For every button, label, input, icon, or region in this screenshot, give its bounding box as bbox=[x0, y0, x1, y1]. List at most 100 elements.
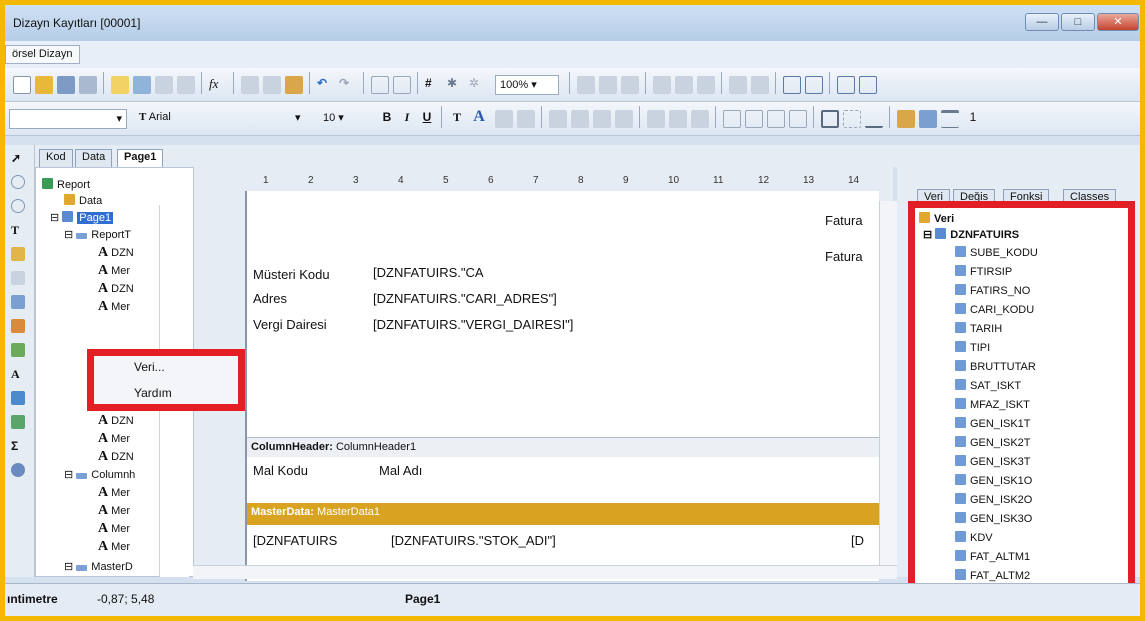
align-grid-icon[interactable]: ✱ bbox=[447, 76, 465, 94]
style-select[interactable]: ▾ bbox=[9, 109, 127, 129]
font-name-select[interactable]: T Arial bbox=[135, 109, 285, 129]
chart-tool-icon[interactable] bbox=[11, 391, 25, 405]
tree-item-text[interactable]: A DZN bbox=[98, 450, 134, 464]
data-field-item[interactable]: FAT_ALTM2 bbox=[955, 569, 1030, 583]
master-data-band[interactable]: MasterData: MasterData1 bbox=[247, 503, 881, 525]
field-stok-adi[interactable]: [DZNFATUIRS."STOK_ADI"] bbox=[391, 533, 556, 548]
menu-item-veri[interactable]: Veri... bbox=[134, 360, 165, 374]
border-bottom-icon[interactable] bbox=[745, 110, 763, 128]
tab-kod[interactable]: Kod bbox=[39, 149, 73, 167]
field-musteri-kodu[interactable]: [DZNFATUIRS."CA bbox=[373, 265, 484, 280]
band-tool-icon[interactable] bbox=[11, 271, 25, 285]
field-mal-adi[interactable]: Mal Adı bbox=[379, 463, 422, 478]
fill-color-icon[interactable] bbox=[897, 110, 915, 128]
line-width-value[interactable]: 1 bbox=[965, 110, 981, 124]
close-button[interactable]: ✕ bbox=[1097, 13, 1139, 31]
text-center-icon[interactable] bbox=[571, 110, 589, 128]
horizontal-scrollbar[interactable] bbox=[193, 565, 897, 579]
valign-bottom-icon[interactable] bbox=[691, 110, 709, 128]
font-color-icon[interactable]: A bbox=[471, 108, 487, 126]
picture-tool-icon[interactable] bbox=[11, 319, 25, 333]
group-icon[interactable] bbox=[371, 76, 389, 94]
align-right-icon[interactable] bbox=[621, 76, 639, 94]
align-top-icon[interactable] bbox=[653, 76, 671, 94]
border-all-icon[interactable] bbox=[821, 110, 839, 128]
grid-icon[interactable]: # bbox=[425, 76, 443, 94]
fit-grid-icon[interactable]: ✲ bbox=[469, 76, 487, 94]
rich-text-tool-icon[interactable]: A bbox=[11, 367, 25, 381]
clear-format-icon[interactable] bbox=[517, 110, 535, 128]
data-field-item[interactable]: FATIRS_NO bbox=[955, 284, 1030, 298]
data-field-item[interactable]: GEN_ISK2O bbox=[955, 493, 1032, 507]
font-size-select[interactable]: 10 ▾ bbox=[319, 109, 365, 129]
align-bottom-icon[interactable] bbox=[697, 76, 715, 94]
table-tool-icon[interactable] bbox=[11, 415, 25, 429]
delete-page-icon[interactable] bbox=[155, 76, 173, 94]
font-name-dropdown[interactable]: ▾ bbox=[291, 109, 317, 129]
paste-icon[interactable] bbox=[285, 76, 303, 94]
tree-item-columnheader[interactable]: ⊟ Columnh bbox=[64, 468, 135, 482]
zoom-tool-icon[interactable] bbox=[11, 199, 25, 213]
menu-item-yardim[interactable]: Yardım bbox=[134, 386, 172, 400]
tree-item-reporttitle[interactable]: ⊟ ReportT bbox=[64, 228, 131, 242]
same-height-icon[interactable] bbox=[805, 76, 823, 94]
data-field-item[interactable]: TARIH bbox=[955, 322, 1002, 336]
hand-tool-icon[interactable] bbox=[11, 175, 25, 189]
redo-icon[interactable]: ↷ bbox=[339, 76, 357, 94]
send-back-icon[interactable] bbox=[859, 76, 877, 94]
new-icon[interactable] bbox=[13, 76, 31, 94]
tree-item-text[interactable]: A DZN bbox=[98, 414, 134, 428]
function-icon[interactable]: fx bbox=[209, 76, 227, 94]
border-top-icon[interactable] bbox=[723, 110, 741, 128]
tab-page1[interactable]: Page1 bbox=[117, 149, 164, 167]
label-vergi-dairesi[interactable]: Vergi Dairesi bbox=[253, 317, 327, 332]
tree-item-text[interactable]: A Mer bbox=[98, 540, 130, 554]
data-field-item[interactable]: MFAZ_ISKT bbox=[955, 398, 1030, 412]
text-justify-icon[interactable] bbox=[615, 110, 633, 128]
align-middle-icon[interactable] bbox=[675, 76, 693, 94]
maximize-button[interactable]: □ bbox=[1061, 13, 1095, 31]
tab-data[interactable]: Data bbox=[75, 149, 113, 167]
valign-top-icon[interactable] bbox=[647, 110, 665, 128]
field-mal-kodu[interactable]: Mal Kodu bbox=[253, 463, 308, 478]
shadow-icon[interactable] bbox=[865, 110, 883, 128]
tree-item-page1[interactable]: ⊟ Page1 bbox=[50, 211, 114, 225]
page-icon[interactable] bbox=[111, 76, 129, 94]
tree-item-text[interactable]: A DZN bbox=[98, 246, 134, 260]
format-painter-icon[interactable] bbox=[11, 247, 25, 261]
data-field-item[interactable]: TIPI bbox=[955, 341, 990, 355]
tree-item-masterdata[interactable]: ⊟ MasterD bbox=[64, 560, 133, 574]
barcode-tool-icon[interactable] bbox=[11, 463, 25, 477]
tree-item-text[interactable]: A Mer bbox=[98, 432, 130, 446]
label-adres[interactable]: Adres bbox=[253, 291, 287, 306]
data-field-item[interactable]: SAT_ISKT bbox=[955, 379, 1021, 393]
open-icon[interactable] bbox=[35, 76, 53, 94]
field-fatura-1[interactable]: Fatura bbox=[825, 213, 863, 228]
field-vergi-dairesi[interactable]: [DZNFATUIRS."VERGI_DAIRESI"] bbox=[373, 317, 573, 332]
preview-icon[interactable] bbox=[79, 76, 97, 94]
align-left-icon[interactable] bbox=[577, 76, 595, 94]
data-field-item[interactable]: SUBE_KODU bbox=[955, 246, 1038, 260]
add-page-icon[interactable] bbox=[133, 76, 151, 94]
field-fatura-2[interactable]: Fatura bbox=[825, 249, 863, 264]
vertical-scrollbar[interactable] bbox=[879, 201, 897, 566]
border-left-icon[interactable] bbox=[767, 110, 785, 128]
line-style-icon[interactable] bbox=[941, 110, 959, 128]
page-settings-icon[interactable] bbox=[177, 76, 195, 94]
data-field-item[interactable]: BRUTTUTAR bbox=[955, 360, 1036, 374]
data-field-item[interactable]: CARI_KODU bbox=[955, 303, 1034, 317]
spacing-horizontal-icon[interactable] bbox=[729, 76, 747, 94]
subreport-tool-icon[interactable] bbox=[11, 343, 25, 357]
text-tool-icon[interactable]: T bbox=[11, 223, 25, 237]
data-field-item[interactable]: KDV bbox=[955, 531, 993, 545]
column-header-band[interactable]: ColumnHeader: ColumnHeader1 bbox=[247, 437, 881, 457]
data-field-item[interactable]: FAT_ALTM1 bbox=[955, 550, 1030, 564]
save-icon[interactable] bbox=[57, 76, 75, 94]
data-field-item[interactable]: GEN_ISK3T bbox=[955, 455, 1031, 469]
text-right-icon[interactable] bbox=[593, 110, 611, 128]
data-field-item[interactable]: GEN_ISK1T bbox=[955, 417, 1031, 431]
italic-button[interactable]: I bbox=[399, 110, 415, 125]
select-tool-icon[interactable]: ➚ bbox=[11, 151, 25, 165]
field-cari-adres[interactable]: [DZNFATUIRS."CARI_ADRES"] bbox=[373, 291, 557, 306]
menu-visual-design[interactable]: örsel Dizayn bbox=[5, 45, 80, 64]
